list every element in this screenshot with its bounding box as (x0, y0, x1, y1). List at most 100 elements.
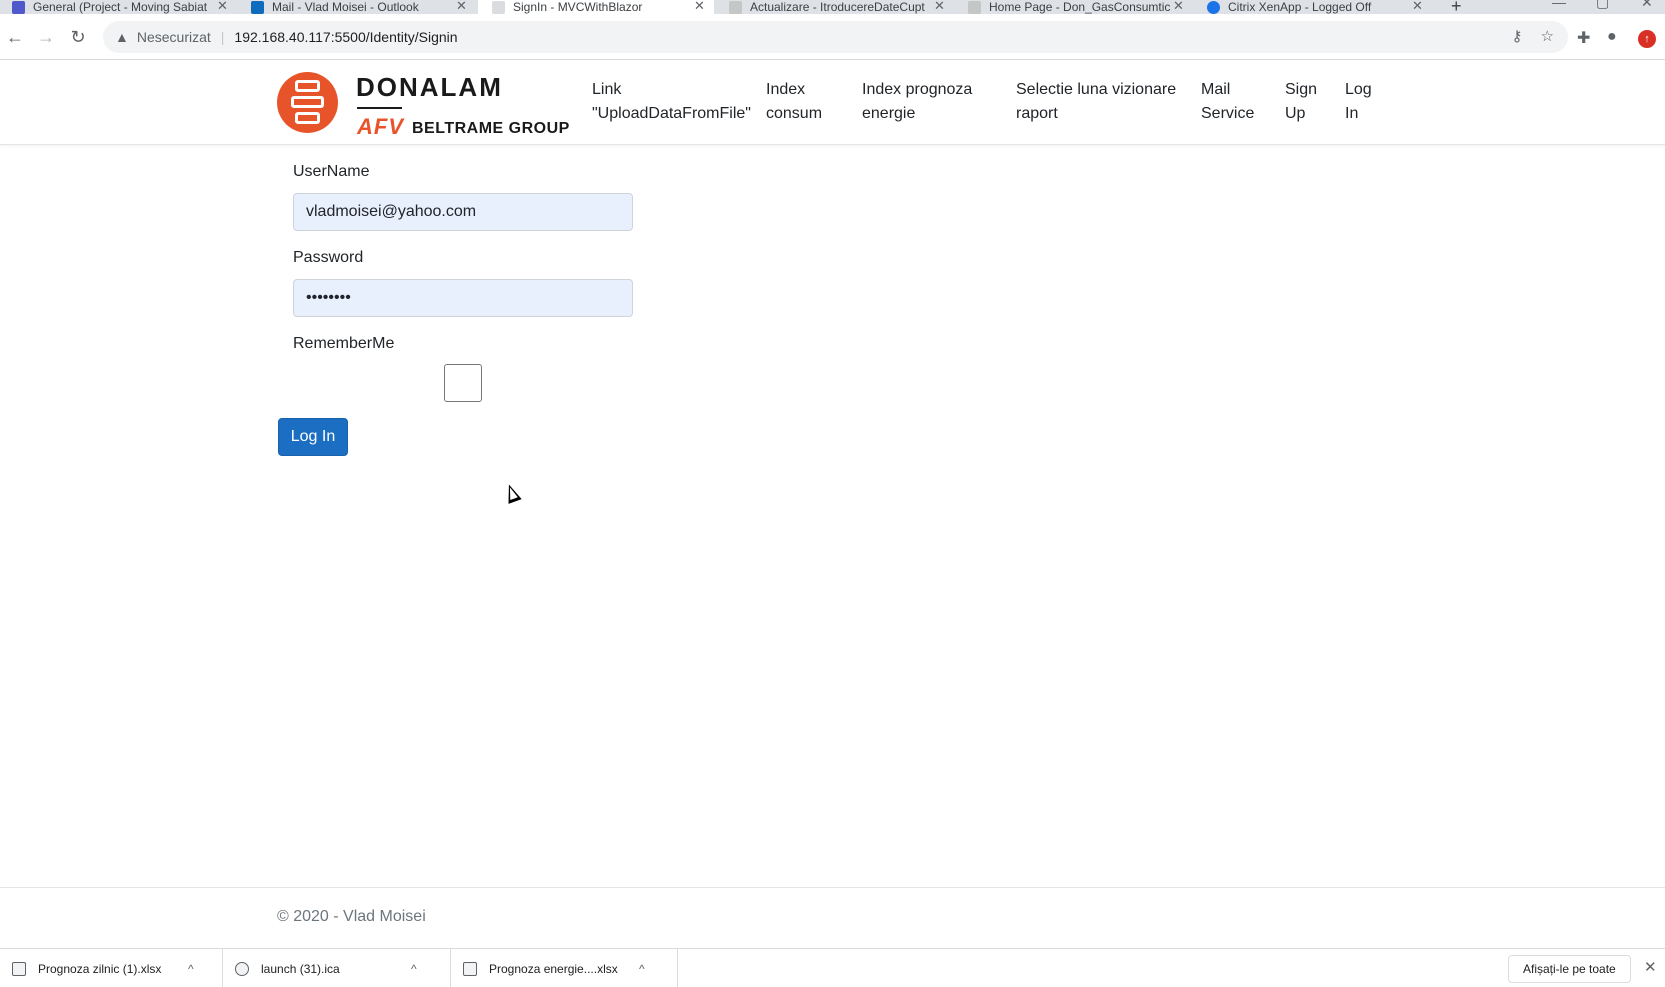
tab-title: SignIn - MVCWithBlazor (513, 0, 643, 14)
teams-icon (12, 0, 25, 14)
url-text[interactable]: 192.168.40.117:5500/Identity/Signin (234, 29, 457, 45)
browser-tab-strip: General (Project - Moving Sabiat ✕ Mail … (0, 0, 1665, 14)
brand-name: DONALAM (356, 72, 503, 102)
nav-link-label: "UploadDataFromFile" (592, 105, 751, 122)
password-label: Password (293, 249, 364, 266)
new-tab-icon[interactable]: + (1451, 0, 1462, 14)
nav-link-sign-up[interactable]: Sign Up (1285, 78, 1317, 126)
close-icon[interactable]: ✕ (1173, 0, 1184, 14)
browser-toolbar: ← → ↻ ▲ Nesecurizat | 192.168.40.117:550… (0, 14, 1665, 60)
nav-link-label: energie (862, 105, 916, 122)
username-label: UserName (293, 163, 370, 180)
separator: | (220, 29, 225, 45)
logo-shape (291, 96, 324, 108)
chevron-up-icon[interactable]: ^ (639, 962, 645, 976)
brand-group: BELTRAME GROUP (412, 120, 570, 137)
window-close-icon[interactable]: ✕ (1641, 0, 1653, 11)
key-icon[interactable]: ⚷ (1512, 27, 1523, 45)
show-all-downloads-button[interactable]: Afișați-le pe toate (1508, 955, 1631, 983)
mouse-pointer-icon (502, 482, 522, 504)
nav-link-label: Index (766, 81, 806, 98)
omnibox-actions: ⚷ ☆ (1512, 27, 1554, 45)
star-icon[interactable]: ☆ (1541, 27, 1554, 45)
close-icon[interactable]: ✕ (456, 0, 467, 14)
nav-link-label: Selectie luna vizionare (1016, 81, 1177, 98)
browser-tab-citrix[interactable]: Citrix XenApp - Logged Off ✕ (1207, 0, 1423, 14)
nav-link-label: Index prognoza (862, 81, 973, 98)
tab-title: Citrix XenApp - Logged Off (1228, 0, 1372, 14)
extensions-puzzle-icon[interactable]: ✚ (1577, 28, 1590, 48)
nav-link-index-consum[interactable]: Index consum (766, 78, 822, 126)
page-icon (729, 0, 742, 14)
close-icon[interactable]: ✕ (934, 0, 945, 14)
security-label: Nesecurizat (136, 29, 211, 45)
close-icon[interactable]: ✕ (1644, 958, 1657, 976)
remember-me-checkbox[interactable] (444, 364, 482, 402)
nav-link-label: Link (592, 81, 622, 98)
nav-link-log-in[interactable]: Log In (1345, 78, 1372, 126)
nav-link-label: Up (1285, 105, 1306, 122)
profile-avatar-icon[interactable]: ● (1607, 28, 1617, 46)
remember-me-label: RememberMe (293, 335, 395, 352)
page-icon (492, 0, 505, 14)
chevron-up-icon[interactable]: ^ (188, 962, 194, 976)
download-item[interactable]: launch (31).ica ^ (223, 949, 451, 987)
tab-title: Home Page - Don_GasConsumtic (989, 0, 1171, 14)
browser-tab-teams[interactable]: General (Project - Moving Sabiat ✕ (12, 0, 228, 14)
log-in-button[interactable]: Log In (278, 418, 348, 456)
donalam-logo-icon (277, 72, 338, 133)
citrix-icon (1207, 0, 1220, 14)
nav-link-label: Log (1345, 81, 1372, 98)
reload-icon[interactable]: ↻ (67, 26, 89, 48)
nav-link-upload[interactable]: Link "UploadDataFromFile" (592, 78, 751, 126)
nav-link-label: Mail (1201, 81, 1231, 98)
warning-icon: ▲ (115, 29, 129, 45)
brand-afv: AFV (357, 114, 404, 139)
close-icon[interactable]: ✕ (1412, 0, 1423, 14)
address-bar[interactable]: ▲ Nesecurizat | 192.168.40.117:5500/Iden… (103, 21, 1568, 53)
nav-link-selectie[interactable]: Selectie luna vizionare raport (1016, 78, 1176, 126)
download-file-name: Prognoza energie....xlsx (489, 961, 618, 976)
download-item[interactable]: Prognoza zilnic (1).xlsx ^ (0, 949, 223, 987)
citrix-file-icon (235, 961, 249, 976)
browser-tab-signin[interactable]: SignIn - MVCWithBlazor ✕ (478, 0, 714, 14)
update-alert-icon[interactable]: ↑ (1638, 30, 1656, 48)
brand-logo[interactable]: DONALAM AFV BELTRAME GROUP (277, 70, 572, 139)
page-footer: © 2020 - Vlad Moisei (0, 887, 1665, 948)
tab-title: Actualizare - ItroducereDateCupt (750, 0, 925, 14)
download-file-name: Prognoza zilnic (1).xlsx (38, 961, 162, 976)
forward-arrow-icon[interactable]: → (35, 26, 57, 48)
nav-link-label: Sign (1285, 81, 1318, 98)
close-icon[interactable]: ✕ (217, 0, 228, 14)
browser-tab-home[interactable]: Home Page - Don_GasConsumtic ✕ (968, 0, 1184, 14)
nav-link-label: raport (1016, 105, 1058, 122)
logo-shape (295, 112, 320, 124)
excel-file-icon (12, 961, 26, 976)
download-item[interactable]: Prognoza energie....xlsx ^ (451, 949, 678, 987)
username-input[interactable] (293, 193, 633, 231)
download-file-name: launch (31).ica (261, 961, 340, 976)
maximize-icon[interactable]: ▢ (1596, 0, 1609, 11)
nav-link-index-prognoza[interactable]: Index prognoza energie (862, 78, 972, 126)
password-input[interactable] (293, 279, 633, 317)
brand-divider (357, 107, 402, 109)
nav-link-label: Service (1201, 105, 1255, 122)
downloads-bar: Prognoza zilnic (1).xlsx ^ launch (31).i… (0, 948, 1665, 987)
close-icon[interactable]: ✕ (694, 0, 705, 14)
logo-shape (295, 80, 320, 92)
page-icon (968, 0, 981, 14)
excel-file-icon (463, 961, 477, 976)
browser-tab-actualizare[interactable]: Actualizare - ItroducereDateCupt ✕ (729, 0, 945, 14)
tab-title: General (Project - Moving Sabiat (33, 0, 208, 14)
app-navbar: DONALAM AFV BELTRAME GROUP Link "UploadD… (0, 60, 1665, 145)
chevron-up-icon[interactable]: ^ (411, 962, 417, 976)
nav-link-label: In (1345, 105, 1359, 122)
nav-link-mail-service[interactable]: Mail Service (1201, 78, 1254, 126)
nav-link-label: consum (766, 105, 823, 122)
back-arrow-icon[interactable]: ← (4, 26, 26, 48)
outlook-icon (251, 0, 264, 14)
minimize-icon[interactable]: — (1552, 0, 1566, 10)
footer-copyright: © 2020 - Vlad Moisei (277, 908, 426, 925)
browser-tab-outlook[interactable]: Mail - Vlad Moisei - Outlook ✕ (251, 0, 467, 14)
tab-title: Mail - Vlad Moisei - Outlook (272, 0, 419, 14)
